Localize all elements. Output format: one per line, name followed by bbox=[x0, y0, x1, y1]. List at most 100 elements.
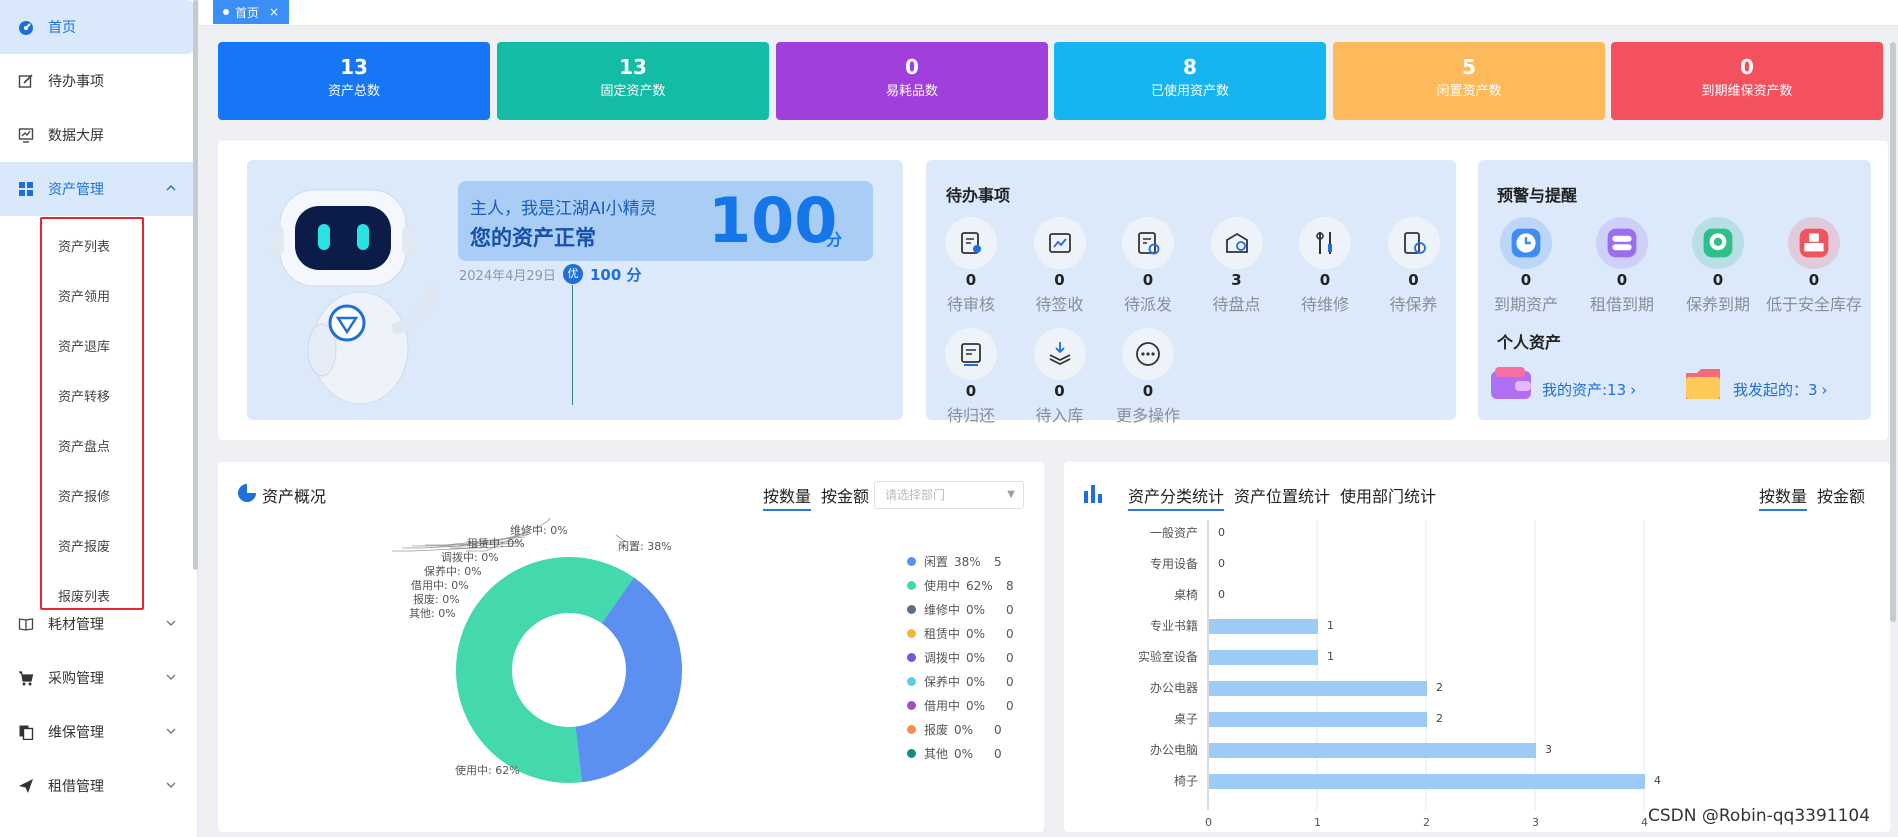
todo-count: 0 bbox=[1319, 271, 1331, 289]
legend-name: 报废 bbox=[924, 723, 949, 737]
sidebar-item-2[interactable]: 数据大屏 bbox=[0, 108, 196, 162]
stat-card[interactable]: 13 资产总数 bbox=[218, 42, 490, 120]
submenu-item[interactable]: 资产转移 bbox=[58, 386, 110, 405]
my-started-link[interactable]: 我发起的：3 › bbox=[1733, 379, 1828, 400]
grade-badge: 优 bbox=[563, 264, 583, 284]
sidebar-item-0[interactable]: 首页 bbox=[0, 0, 196, 54]
pie-legend-item[interactable]: 借用中 0% 0 bbox=[907, 697, 1014, 714]
todo-label: 待签收 bbox=[1035, 295, 1084, 314]
legend-color-dot bbox=[907, 701, 916, 710]
cart-icon bbox=[19, 671, 34, 686]
bar bbox=[1209, 681, 1427, 696]
y-axis-label: 桌椅 bbox=[1173, 588, 1198, 602]
pie-legend-item[interactable]: 闲置 38% 5 bbox=[907, 553, 1002, 570]
category-by-amount-tab[interactable]: 按金额 bbox=[1817, 483, 1865, 507]
legend-percent: 0% bbox=[954, 722, 974, 737]
legend-count: 0 bbox=[1006, 602, 1014, 617]
pie-legend-item[interactable]: 其他 0% 0 bbox=[907, 745, 1002, 762]
y-axis-label: 办公电脑 bbox=[1149, 743, 1198, 757]
tab-department-stats[interactable]: 使用部门统计 bbox=[1340, 483, 1436, 507]
sidebar-item-5[interactable]: 采购管理 bbox=[0, 651, 196, 705]
department-select[interactable]: 请选择部门 ▼ bbox=[874, 481, 1024, 509]
todo-icon-wrap bbox=[1299, 217, 1351, 269]
warning-icon-wrap bbox=[1500, 217, 1552, 269]
warning-count: 0 bbox=[1712, 271, 1724, 289]
category-by-count-tab[interactable]: 按数量 bbox=[1759, 483, 1808, 511]
pie-legend-item[interactable]: 使用中 62% 8 bbox=[907, 577, 1014, 594]
sidebar-item-3[interactable]: 资产管理 bbox=[0, 162, 196, 216]
warning-item[interactable]: 0 租借到期 bbox=[1581, 217, 1663, 315]
stat-card[interactable]: 5 闲置资产数 bbox=[1333, 42, 1605, 120]
todo-item[interactable]: 0 待入库 bbox=[1020, 328, 1100, 426]
legend-percent: 0% bbox=[966, 626, 986, 641]
chevron-down-icon bbox=[166, 620, 176, 626]
sidebar-item-label: 数据大屏 bbox=[48, 128, 104, 144]
pie-legend-item[interactable]: 保养中 0% 0 bbox=[907, 673, 1014, 690]
pie-legend-item[interactable]: 维修中 0% 0 bbox=[907, 601, 1014, 618]
submenu-item[interactable]: 资产列表 bbox=[58, 236, 110, 255]
sign-icon bbox=[1048, 233, 1071, 253]
chevron-right-icon: › bbox=[1821, 380, 1828, 399]
submenu-item[interactable]: 资产报废 bbox=[58, 536, 110, 555]
warning-label: 保养到期 bbox=[1685, 295, 1750, 314]
submenu-item[interactable]: 资产报修 bbox=[58, 486, 110, 505]
todo-item[interactable]: 3 待盘点 bbox=[1197, 217, 1277, 315]
todo-item[interactable]: 0 更多操作 bbox=[1108, 328, 1188, 426]
todo-count: 0 bbox=[1054, 271, 1065, 289]
y-axis-label: 一般资产 bbox=[1149, 526, 1198, 540]
robot-mascot-icon bbox=[270, 189, 438, 405]
todo-item[interactable]: 0 待维修 bbox=[1285, 217, 1365, 315]
timeline-line bbox=[572, 285, 573, 405]
pie-legend-item[interactable]: 调拨中 0% 0 bbox=[907, 649, 1014, 666]
stock-in-icon bbox=[1049, 342, 1070, 366]
bar-value-label: 0 bbox=[1218, 526, 1225, 539]
warning-item[interactable]: 0 低于安全库存 bbox=[1766, 217, 1862, 315]
pie-legend-item[interactable]: 报废 0% 0 bbox=[907, 721, 1002, 738]
more-icon bbox=[1136, 342, 1160, 366]
sidebar-scrollbar[interactable] bbox=[193, 0, 198, 570]
y-axis-label: 专业书籍 bbox=[1149, 619, 1198, 633]
sidebar-item-6[interactable]: 维保管理 bbox=[0, 705, 196, 759]
x-axis-tick-label: 3 bbox=[1532, 816, 1539, 829]
overview-by-count-tab[interactable]: 按数量 bbox=[763, 483, 812, 511]
stat-card[interactable]: 0 到期维保资产数 bbox=[1611, 42, 1883, 120]
pie-chart-icon bbox=[238, 484, 256, 502]
right-scrollbar[interactable] bbox=[1890, 42, 1896, 622]
todo-item[interactable]: 0 待签收 bbox=[1020, 217, 1100, 315]
stat-card[interactable]: 8 已使用资产数 bbox=[1054, 42, 1326, 120]
legend-name: 其他 bbox=[924, 747, 949, 761]
sidebar-item-7[interactable]: 租借管理 bbox=[0, 759, 196, 813]
legend-name: 保养中 bbox=[924, 675, 961, 689]
warning-item[interactable]: 0 到期资产 bbox=[1485, 217, 1567, 315]
todo-item[interactable]: 0 待归还 bbox=[931, 328, 1011, 426]
bar-value-label: 1 bbox=[1327, 619, 1334, 632]
stat-card[interactable]: 0 易耗品数 bbox=[776, 42, 1048, 120]
stat-card[interactable]: 13 固定资产数 bbox=[497, 42, 769, 120]
chevron-down-icon bbox=[166, 674, 176, 680]
bar-chart-icon bbox=[1084, 485, 1102, 503]
submenu-item[interactable]: 报废列表 bbox=[58, 586, 110, 605]
tab-home[interactable]: 首页 × bbox=[213, 0, 290, 24]
submenu-item[interactable]: 资产领用 bbox=[58, 286, 110, 305]
x-axis-tick-label: 4 bbox=[1641, 816, 1648, 829]
pie-legend-item[interactable]: 租赁中 0% 0 bbox=[907, 625, 1014, 642]
swap-icon bbox=[1607, 228, 1637, 258]
tab-close-icon[interactable]: × bbox=[269, 5, 279, 19]
warning-item[interactable]: 0 保养到期 bbox=[1677, 217, 1759, 315]
tab-category-stats[interactable]: 资产分类统计 bbox=[1128, 483, 1225, 511]
submenu-item[interactable]: 资产退库 bbox=[58, 336, 110, 355]
overview-by-amount-tab[interactable]: 按金额 bbox=[821, 483, 869, 507]
legend-count: 8 bbox=[1006, 578, 1014, 593]
todo-label: 待保养 bbox=[1389, 295, 1438, 314]
tab-location-stats[interactable]: 资产位置统计 bbox=[1234, 483, 1330, 507]
todo-item[interactable]: 0 待审核 bbox=[931, 217, 1011, 315]
my-assets-link[interactable]: 我的资产:13 › bbox=[1542, 379, 1636, 400]
submenu-item[interactable]: 资产盘点 bbox=[58, 436, 110, 455]
legend-percent: 62% bbox=[966, 578, 993, 593]
sidebar-item-1[interactable]: 待办事项 bbox=[0, 54, 196, 108]
todo-item[interactable]: 0 待保养 bbox=[1374, 217, 1454, 315]
chevron-up-icon bbox=[166, 185, 176, 191]
todo-item[interactable]: 0 待派发 bbox=[1108, 217, 1188, 315]
todo-label: 待维修 bbox=[1300, 295, 1349, 314]
bar-value-label: 1 bbox=[1327, 650, 1334, 663]
